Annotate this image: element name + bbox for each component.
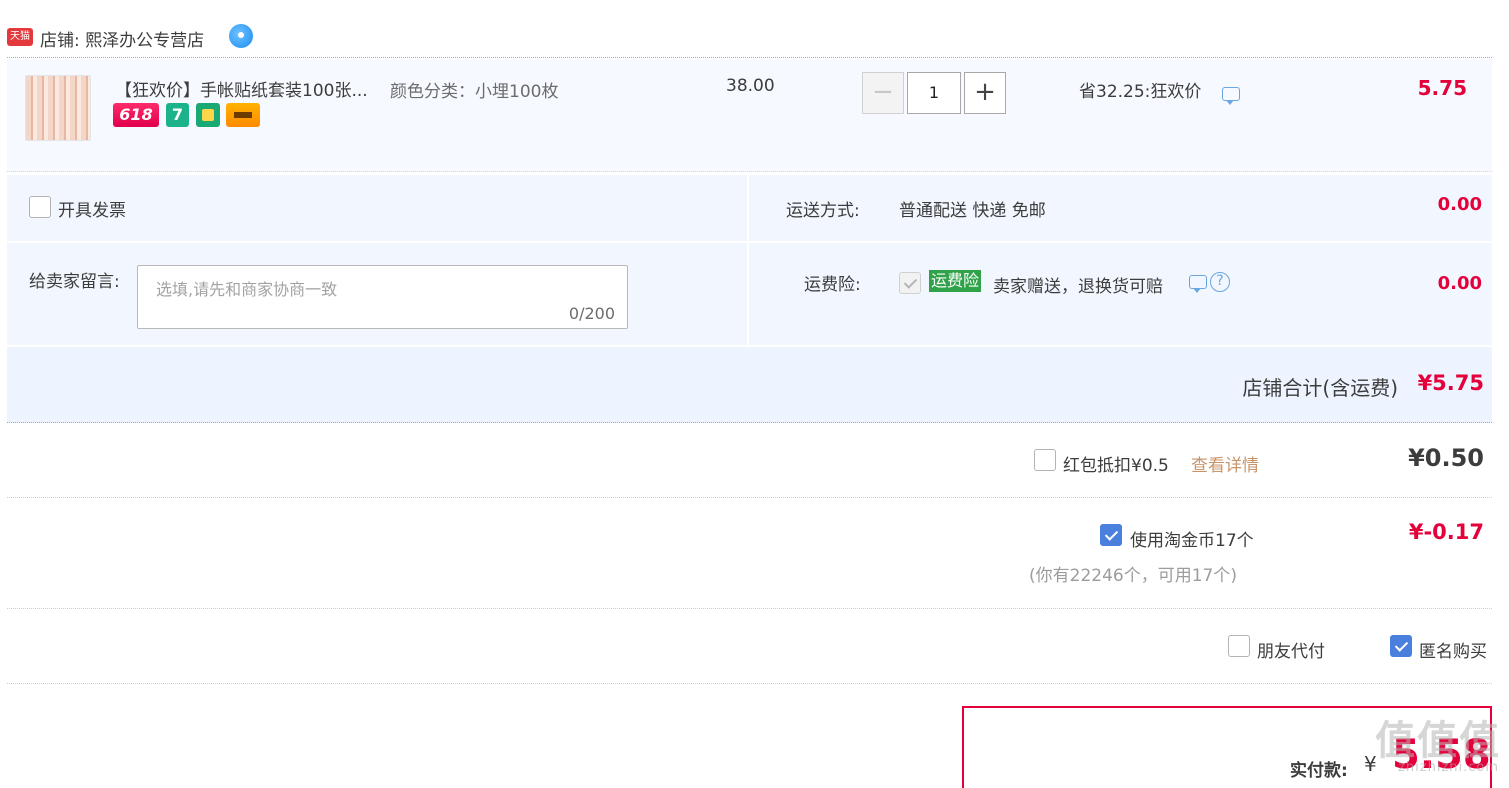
- seller-message-placeholder: 选填,请先和商家协商一致: [156, 280, 338, 299]
- friend-pay-checkbox[interactable]: [1228, 635, 1250, 657]
- invoice-label[interactable]: 开具发票: [58, 196, 126, 221]
- unit-price: 38.00: [726, 76, 775, 96]
- badge-shopping-bag-icon: [196, 103, 220, 127]
- order-item-row: 【狂欢价】手帐贴纸套装100张... 颜色分类：小埋100枚 618 7 38.…: [7, 59, 1492, 172]
- insurance-amount: 0.00: [1437, 273, 1482, 294]
- shop-total-label: 店铺合计(含运费): [1242, 376, 1398, 400]
- wangwang-chat-icon[interactable]: [229, 24, 253, 48]
- shipping-panel: 运送方式: 普通配送 快递 免邮 0.00: [749, 175, 1492, 241]
- insurance-tag: 运费险: [929, 270, 982, 292]
- badge-618-icon: 618: [113, 103, 159, 127]
- anonymous-label[interactable]: 匿名购买: [1419, 637, 1487, 662]
- product-title[interactable]: 【狂欢价】手帐贴纸套装100张...: [115, 76, 368, 101]
- shop-label: 店铺:: [40, 31, 80, 51]
- shop-header: 天猫 店铺: 熙泽办公专营店: [7, 22, 1492, 56]
- shipping-method: 普通配送 快递 免邮: [899, 201, 1046, 221]
- taojinbi-balance-note: (你有22246个，可用17个): [1029, 566, 1237, 586]
- badge-card-icon: [226, 103, 260, 127]
- insurance-description: 卖家赠送，退换货可赔: [993, 277, 1163, 297]
- quantity-input[interactable]: 1: [907, 72, 961, 114]
- product-thumbnail[interactable]: [25, 75, 91, 141]
- shipping-amount: 0.00: [1437, 194, 1482, 215]
- red-packet-amount: ¥0.50: [1408, 444, 1484, 472]
- insurance-comment-icon[interactable]: [1189, 275, 1207, 293]
- item-subtotal: 5.75: [1417, 76, 1467, 100]
- taojinbi-amount: ¥-0.17: [1408, 520, 1484, 544]
- divider: [7, 683, 1492, 684]
- insurance-panel: 运费险: 运费险 卖家赠送，退换货可赔 ? 0.00: [749, 243, 1492, 345]
- seller-message-counter: 0/200: [568, 304, 615, 323]
- red-packet-details-link[interactable]: 查看详情: [1191, 451, 1259, 476]
- taojinbi-checkbox[interactable]: [1100, 524, 1122, 546]
- anonymous-checkbox[interactable]: [1390, 635, 1412, 657]
- shop-total-amount: ¥5.75: [1417, 371, 1484, 395]
- invoice-panel: 开具发票: [7, 175, 747, 241]
- tmall-logo: 天猫: [7, 28, 33, 46]
- payment-label: 实付款:: [1290, 761, 1348, 781]
- taojinbi-label[interactable]: 使用淘金币17个: [1130, 526, 1254, 551]
- watermark-logo: 值值值: [1375, 718, 1501, 764]
- shop-name[interactable]: 熙泽办公专营店: [85, 31, 204, 51]
- insurance-checkbox: [899, 272, 921, 294]
- shop-total-panel: 店铺合计(含运费) ¥5.75: [7, 347, 1492, 423]
- quantity-increase-button[interactable]: +: [964, 72, 1006, 114]
- red-packet-checkbox[interactable]: [1034, 449, 1056, 471]
- promotion-text: 省32.25:狂欢价: [1079, 82, 1202, 102]
- shop-name-row[interactable]: 店铺: 熙泽办公专营店: [40, 26, 204, 51]
- product-sku: 颜色分类：小埋100枚: [390, 82, 559, 102]
- red-packet-label[interactable]: 红包抵扣¥0.5: [1063, 451, 1169, 476]
- insurance-label: 运费险:: [804, 275, 861, 295]
- seller-message-input[interactable]: 选填,请先和商家协商一致 0/200: [137, 265, 628, 329]
- promotion-comment-icon[interactable]: [1222, 87, 1240, 105]
- quantity-decrease-button[interactable]: −: [862, 72, 904, 114]
- watermark-url: zhizhizhi.com: [1398, 760, 1499, 775]
- divider: [7, 608, 1492, 609]
- divider: [7, 497, 1492, 498]
- shipping-label: 运送方式:: [786, 201, 860, 221]
- header-divider: [7, 57, 1492, 58]
- insurance-help-icon[interactable]: ?: [1210, 272, 1230, 292]
- message-label: 给卖家留言:: [29, 272, 120, 292]
- friend-pay-label[interactable]: 朋友代付: [1257, 637, 1325, 662]
- badge-7day-return-icon: 7: [166, 103, 189, 127]
- invoice-checkbox[interactable]: [29, 196, 51, 218]
